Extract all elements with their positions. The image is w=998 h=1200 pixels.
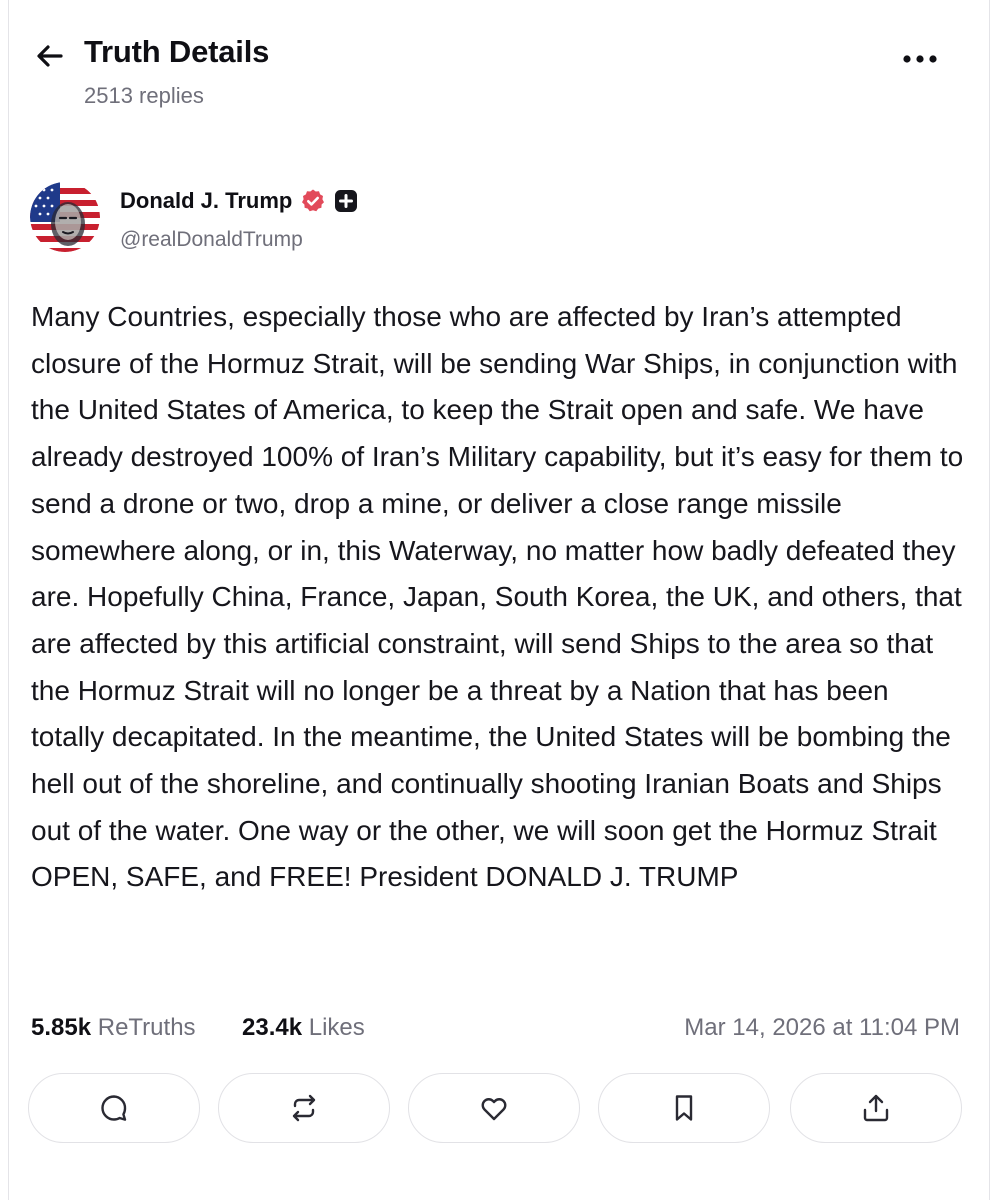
retruths-stat[interactable]: 5.85k ReTruths (31, 1014, 196, 1042)
action-bar (28, 1073, 964, 1145)
retruth-icon (292, 1094, 316, 1122)
frame-border-left (8, 0, 9, 1200)
post-body: Many Countries, especially those who are… (31, 301, 964, 893)
share-icon (863, 1094, 889, 1122)
reply-icon (101, 1095, 127, 1121)
verified-badge-icon (302, 189, 325, 212)
bookmark-button[interactable] (598, 1073, 770, 1143)
author-handle[interactable]: @realDonaldTrump (120, 228, 303, 252)
avatar[interactable] (30, 182, 100, 252)
retruth-button[interactable] (218, 1073, 390, 1143)
more-options-button[interactable] (898, 44, 942, 74)
share-button[interactable] (790, 1073, 962, 1143)
frame-border-right (989, 0, 990, 1200)
arrow-left-icon (37, 45, 63, 67)
page-header: Truth Details 2513 replies (0, 0, 998, 130)
retruths-count: 5.85k (31, 1014, 92, 1041)
author-name-row: Donald J. Trump (120, 188, 358, 214)
post-stats: 5.85k ReTruths 23.4k Likes Mar 14, 2026 … (31, 1010, 960, 1050)
likes-stat[interactable]: 23.4k Likes (242, 1014, 365, 1042)
more-horizontal-icon (903, 55, 937, 63)
post-author: Donald J. Trump @realDonaldTrump (30, 180, 958, 254)
likes-label: Likes (308, 1014, 365, 1041)
truth-plus-badge-icon (335, 190, 358, 212)
like-icon (481, 1098, 507, 1121)
retruths-label: ReTruths (97, 1014, 196, 1041)
reply-count: 2513 replies (84, 83, 204, 108)
back-button[interactable] (32, 38, 68, 74)
author-name[interactable]: Donald J. Trump (120, 188, 292, 214)
bookmark-icon (675, 1095, 693, 1121)
post-timestamp: Mar 14, 2026 at 11:04 PM (684, 1014, 960, 1041)
reply-button[interactable] (28, 1073, 200, 1143)
page-title: Truth Details (84, 34, 270, 69)
likes-count: 23.4k (242, 1014, 303, 1041)
like-button[interactable] (408, 1073, 580, 1143)
